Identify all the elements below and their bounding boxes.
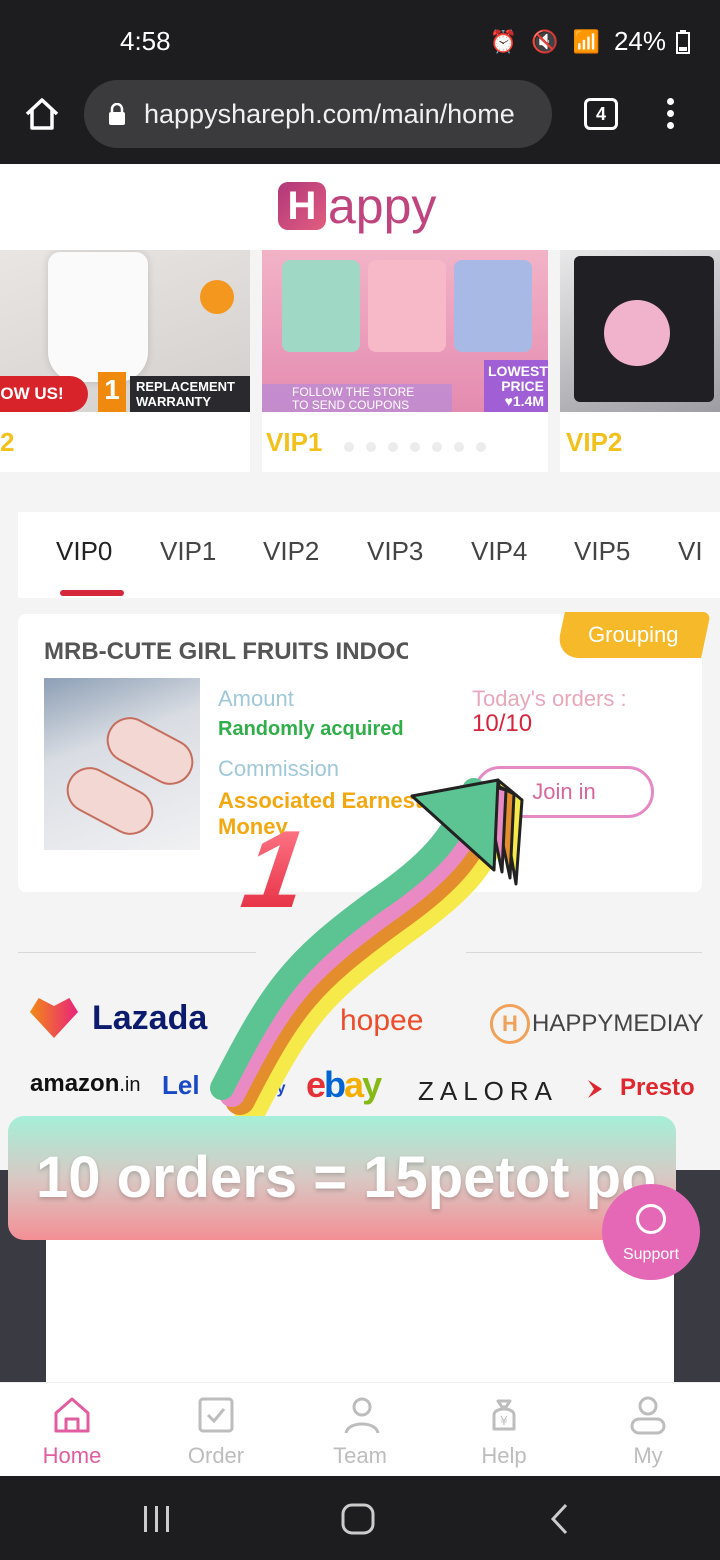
nav-help[interactable]: ¥ Help [432,1383,576,1476]
nav-order-label: Order [187,1443,245,1468]
promo-text: 10 orders = 15petot po [36,1145,657,1210]
ebay-logo: ebay [306,1064,382,1105]
nav-home-label: Home [42,1443,102,1468]
nav-my[interactable]: My [576,1383,720,1476]
headset-icon [636,1204,666,1234]
follow-store-text: FOLLOW THE STORE TO SEND COUPONS [262,384,452,412]
amazon-text: amazon [30,1070,120,1097]
nav-team-label: Team [333,1443,387,1468]
grouping-label: Grouping [587,622,679,647]
card-vip-label: VIP2 [566,427,623,457]
promo-tag: LOW US! [0,376,88,412]
task-card: MRB-CUTE GIRL FRUITS INDOO Grouping Amou… [18,612,711,892]
recent-apps-icon[interactable] [140,1504,174,1534]
happymedia-text: HAPPYMEDIAY [532,1010,704,1037]
status-icons: ⏰ 🔇 📶 [489,28,604,54]
back-icon[interactable] [548,1502,572,1536]
amazon-logo: amazon.in [30,1070,140,1098]
active-tab-indicator [60,590,124,596]
bottom-nav: Home Order Team ¥ Help My [0,1382,720,1476]
vip-tab-bar: VIP0 VIP1 VIP2 VIP3 VIP4 VIP5 VI [18,512,720,598]
grouping-badge: Grouping [555,612,711,658]
battery-icon [676,29,690,54]
promo-banner: 10 orders = 15petot po [8,1116,676,1240]
card-vip-label: VIP1 [266,427,323,457]
order-icon [198,1397,234,1433]
help-bag-icon: ¥ [492,1399,516,1431]
system-nav-bar [0,1476,720,1560]
amount-label: Amount [218,686,294,711]
product-carousel[interactable]: LOW US! 1 REPLACEMENT WARRANTY 2 FOLLOW … [0,250,720,476]
happymedia-mark: H [490,1004,530,1044]
app-header: H appy [0,164,720,250]
lazada-logo: Lazada [30,998,207,1038]
url-text: happyshareph.com/main/home [144,98,515,129]
warranty-year: 1 [98,372,126,412]
amazon-suffix: .in [119,1074,141,1096]
zalora-logo: ZALORA [418,1076,559,1106]
lelo-logo: Lel [162,1070,200,1100]
partners-title: Our P [310,942,352,959]
profile-icon [630,1396,666,1435]
battery-level: 24% [613,26,666,56]
join-in-button[interactable]: Join in [474,766,654,818]
browser-toolbar: happyshareph.com/main/home 4 [0,80,720,164]
nav-team[interactable]: Team [288,1383,432,1476]
tab-vip4[interactable]: VIP4 [471,536,527,567]
warranty-tag: REPLACEMENT WARRANTY [130,376,250,412]
svg-text:¥: ¥ [500,1414,508,1428]
tab-vip5[interactable]: VIP5 [574,536,630,567]
lazada-heart-icon [30,998,78,1038]
tab-vip3[interactable]: VIP3 [367,536,423,567]
status-right: ⏰ 🔇 📶 24% [490,26,690,57]
tab-vip1[interactable]: VIP1 [160,536,216,567]
logo-text: appy [328,178,437,234]
shopee-logo: hopee [340,1004,424,1037]
nav-help-label: Help [481,1443,527,1468]
divider [466,952,702,953]
carousel-dots [344,442,486,452]
product-image [44,678,202,850]
home-system-icon[interactable] [340,1502,376,1536]
status-time: 4:58 [120,26,171,56]
carousel-card[interactable]: LOW US! 1 REPLACEMENT WARRANTY 2 [0,250,250,472]
divider [18,952,256,953]
home-icon [54,1397,90,1433]
orders-value: 10/10 [472,710,533,737]
nav-home[interactable]: Home [0,1383,144,1476]
support-label: Support [622,1246,680,1263]
carousel-card[interactable]: FOLLOW THE STORE TO SEND COUPONS LOWEST … [262,250,548,472]
support-button[interactable]: Support [602,1184,700,1280]
commission-label: Commission [218,756,340,781]
carousel-card[interactable]: VIP2 [560,250,720,472]
tab-vip0[interactable]: VIP0 [56,536,112,567]
tab-vip6[interactable]: VI [678,536,703,567]
task-title: MRB-CUTE GIRL FRUITS INDOO [44,638,408,665]
orders-label: Today's orders : [472,686,627,711]
nav-order[interactable]: Order [144,1383,288,1476]
browser-home-icon[interactable] [22,94,62,134]
lelo-suffix: .my [258,1080,286,1097]
address-bar[interactable]: happyshareph.com/main/home [84,80,552,148]
tab-vip2[interactable]: VIP2 [263,536,319,567]
lazada-text: Lazada [92,998,208,1037]
amount-value: Randomly acquired [218,718,404,740]
lock-icon [109,103,125,125]
happy-logo: H appy [278,178,437,234]
status-bar: 4:58 ⏰ 🔇 📶 24% [0,0,720,80]
presto-logo: Presto [620,1074,695,1101]
team-icon [344,1397,380,1434]
presto-arrow-icon [584,1074,614,1104]
step-number: 1 [235,808,314,931]
tab-switcher-button[interactable]: 4 [584,98,618,130]
perfume-image [560,250,720,412]
kettle-image: LOW US! 1 REPLACEMENT WARRANTY [0,250,250,412]
lowest-price-tag: LOWEST PRICE ♥1.4M [484,360,548,412]
card-vip-label: 2 [0,427,15,457]
nav-my-label: My [633,1443,663,1468]
happymedia-logo: H HAPPYMEDIAY [490,1004,704,1044]
browser-menu-icon[interactable] [660,98,680,132]
logo-mark: H [278,182,326,230]
containers-image: FOLLOW THE STORE TO SEND COUPONS LOWEST … [262,250,548,412]
